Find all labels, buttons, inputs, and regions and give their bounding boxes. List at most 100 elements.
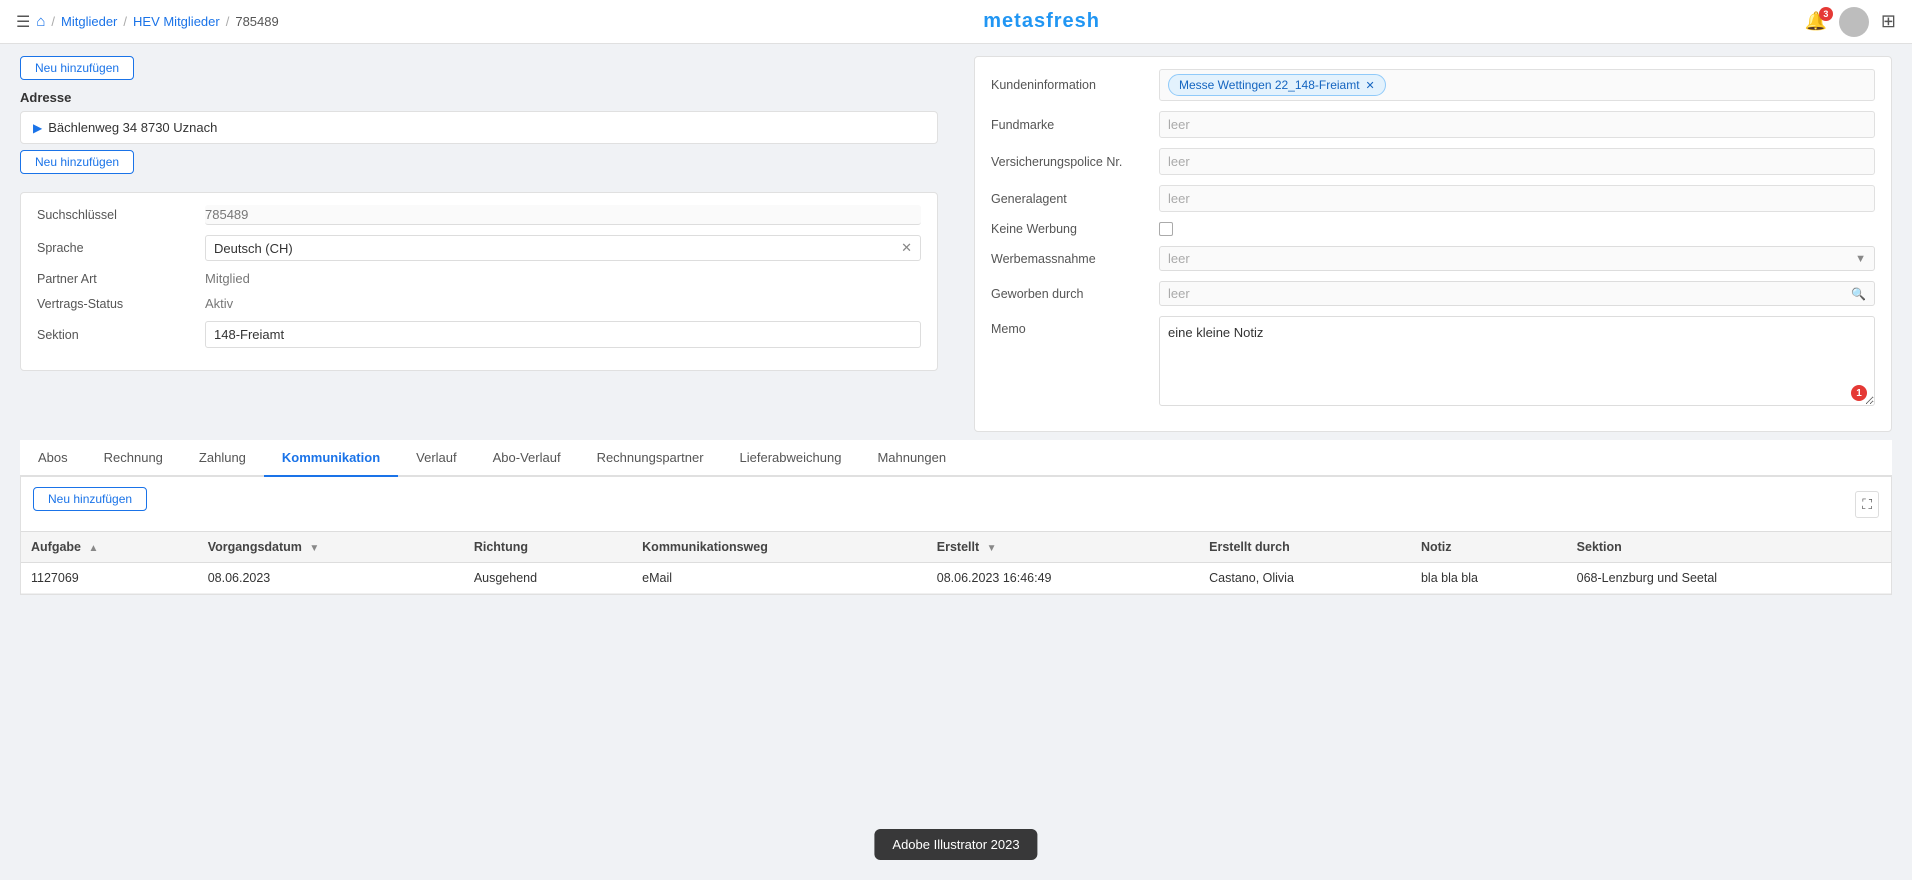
generalagent-label: Generalagent	[991, 192, 1151, 206]
tab-verlauf[interactable]: Verlauf	[398, 440, 474, 477]
geworben-durch-search-icon[interactable]: 🔍	[1851, 287, 1866, 301]
breadcrumb-id: 785489	[235, 14, 278, 29]
tab-mahnungen[interactable]: Mahnungen	[859, 440, 964, 477]
table-header-row: Aufgabe ▲ Vorgangsdatum ▼ Richtung Kommu…	[21, 532, 1891, 563]
geworben-durch-value: leer	[1168, 286, 1190, 301]
breadcrumb-hev[interactable]: HEV Mitglieder	[133, 14, 220, 29]
cell-kommunikationsweg: eMail	[632, 563, 927, 594]
cell-vorgangsdatum: 08.06.2023	[198, 563, 464, 594]
col-richtung[interactable]: Richtung	[464, 532, 632, 563]
right-column: Kundeninformation Messe Wettingen 22_148…	[964, 56, 1892, 432]
werbemassnahme-arrow-icon: ▼	[1855, 253, 1866, 265]
tab-lieferabweichung[interactable]: Lieferabweichung	[722, 440, 860, 477]
app-logo: metasfresh	[983, 10, 1100, 32]
keine-werbung-row: Keine Werbung	[991, 222, 1875, 236]
cell-erstellt-durch: Castano, Olivia	[1199, 563, 1411, 594]
keine-werbung-label: Keine Werbung	[991, 222, 1151, 236]
aufgabe-sort-icon: ▲	[88, 543, 98, 554]
table-toolbar: Neu hinzufügen ⛶	[21, 477, 1891, 531]
col-erstellt[interactable]: Erstellt ▼	[927, 532, 1199, 563]
partner-art-value: Mitglied	[205, 271, 921, 286]
vorgangsdatum-sort-icon: ▼	[309, 543, 319, 554]
generalagent-row: Generalagent leer	[991, 185, 1875, 212]
add-button-top[interactable]: Neu hinzufügen	[20, 56, 134, 80]
keine-werbung-checkbox[interactable]	[1159, 222, 1173, 236]
sprache-clear-icon[interactable]: ✕	[901, 240, 912, 256]
col-kommunikationsweg[interactable]: Kommunikationsweg	[632, 532, 927, 563]
fundmarke-value[interactable]: leer	[1159, 111, 1875, 138]
right-form-section: Kundeninformation Messe Wettingen 22_148…	[974, 56, 1892, 432]
sektion-label: Sektion	[37, 328, 197, 342]
col-notiz[interactable]: Notiz	[1411, 532, 1567, 563]
nav-left: ☰ ⌂ / Mitglieder / HEV Mitglieder / 7854…	[16, 12, 279, 32]
main-content: Neu hinzufügen Adresse ▶ Bächlenweg 34 8…	[0, 44, 1912, 607]
grid-menu-icon[interactable]: ⊞	[1881, 11, 1896, 32]
partner-art-row: Partner Art Mitglied	[37, 271, 921, 286]
col-sektion[interactable]: Sektion	[1567, 532, 1891, 563]
expand-table-button[interactable]: ⛶	[1855, 491, 1879, 518]
menu-icon[interactable]: ☰	[16, 12, 30, 32]
tab-abos[interactable]: Abos	[20, 440, 86, 477]
erstellt-sort-icon: ▼	[987, 543, 997, 554]
tab-rechnung[interactable]: Rechnung	[86, 440, 181, 477]
address-tag: ▶ Bächlenweg 34 8730 Uznach	[20, 111, 938, 144]
sprache-row: Sprache Deutsch (CH) ✕	[37, 235, 921, 261]
fundmarke-label: Fundmarke	[991, 118, 1151, 132]
tooltip-bar: Adobe Illustrator 2023	[874, 829, 1037, 860]
cell-aufgabe: 1127069	[21, 563, 198, 594]
suchschluessel-row: Suchschlüssel	[37, 205, 921, 225]
generalagent-value[interactable]: leer	[1159, 185, 1875, 212]
vertrags-status-label: Vertrags-Status	[37, 297, 197, 311]
werbemassnahme-select[interactable]: leer ▼	[1159, 246, 1875, 271]
breadcrumb-sep-1: /	[51, 14, 55, 29]
tab-rechnungspartner[interactable]: Rechnungspartner	[579, 440, 722, 477]
col-vorgangsdatum[interactable]: Vorgangsdatum ▼	[198, 532, 464, 563]
tabs-bar: Abos Rechnung Zahlung Kommunikation Verl…	[20, 440, 1892, 477]
col-aufgabe[interactable]: Aufgabe ▲	[21, 532, 198, 563]
cell-notiz: bla bla bla	[1411, 563, 1567, 594]
breadcrumb-sep-2: /	[123, 14, 127, 29]
tab-zahlung[interactable]: Zahlung	[181, 440, 264, 477]
notification-button[interactable]: 🔔 3	[1804, 11, 1826, 32]
memo-textarea[interactable]	[1159, 316, 1875, 406]
tab-kommunikation[interactable]: Kommunikation	[264, 440, 398, 477]
geworben-durch-label: Geworben durch	[991, 287, 1151, 301]
sektion-row: Sektion	[37, 321, 921, 348]
sprache-label: Sprache	[37, 241, 197, 255]
cell-sektion: 068-Lenzburg und Seetal	[1567, 563, 1891, 594]
kommunikation-table: Aufgabe ▲ Vorgangsdatum ▼ Richtung Kommu…	[21, 531, 1891, 594]
add-address-button[interactable]: Neu hinzufügen	[20, 150, 134, 174]
partner-art-label: Partner Art	[37, 272, 197, 286]
kundeninformation-label: Kundeninformation	[991, 78, 1151, 92]
table-add-button[interactable]: Neu hinzufügen	[33, 487, 147, 511]
memo-label: Memo	[991, 316, 1151, 336]
tab-abo-verlauf[interactable]: Abo-Verlauf	[475, 440, 579, 477]
breadcrumb-mitglieder[interactable]: Mitglieder	[61, 14, 117, 29]
sprache-value: Deutsch (CH)	[214, 241, 901, 256]
address-expand-icon[interactable]: ▶	[33, 121, 42, 135]
sektion-input[interactable]	[205, 321, 921, 348]
address-header: Adresse	[20, 90, 938, 105]
user-avatar[interactable]	[1839, 7, 1869, 37]
memo-row: Memo 1	[991, 316, 1875, 409]
top-navigation: ☰ ⌂ / Mitglieder / HEV Mitglieder / 7854…	[0, 0, 1912, 44]
breadcrumb-sep-3: /	[226, 14, 230, 29]
table-row[interactable]: 1127069 08.06.2023 Ausgehend eMail 08.06…	[21, 563, 1891, 594]
col-erstellt-durch[interactable]: Erstellt durch	[1199, 532, 1411, 563]
suchschluessel-input[interactable]	[205, 205, 921, 225]
versicherungspolice-value[interactable]: leer	[1159, 148, 1875, 175]
kundeninformation-row: Kundeninformation Messe Wettingen 22_148…	[991, 69, 1875, 101]
cell-richtung: Ausgehend	[464, 563, 632, 594]
home-icon[interactable]: ⌂	[36, 13, 45, 30]
tag-text: Messe Wettingen 22_148-Freiamt	[1179, 78, 1360, 92]
tag-remove-icon[interactable]: ✕	[1366, 79, 1375, 92]
notification-badge: 3	[1819, 7, 1833, 21]
left-form-section: Suchschlüssel Sprache Deutsch (CH) ✕ Par…	[20, 192, 938, 371]
left-column: Neu hinzufügen Adresse ▶ Bächlenweg 34 8…	[20, 56, 948, 432]
kundeninformation-tag: Messe Wettingen 22_148-Freiamt ✕	[1168, 74, 1386, 96]
cell-erstellt: 08.06.2023 16:46:49	[927, 563, 1199, 594]
address-line: Bächlenweg 34 8730 Uznach	[48, 120, 217, 135]
geworben-durch-field[interactable]: leer 🔍	[1159, 281, 1875, 306]
fundmarke-row: Fundmarke leer	[991, 111, 1875, 138]
memo-badge: 1	[1851, 385, 1867, 401]
